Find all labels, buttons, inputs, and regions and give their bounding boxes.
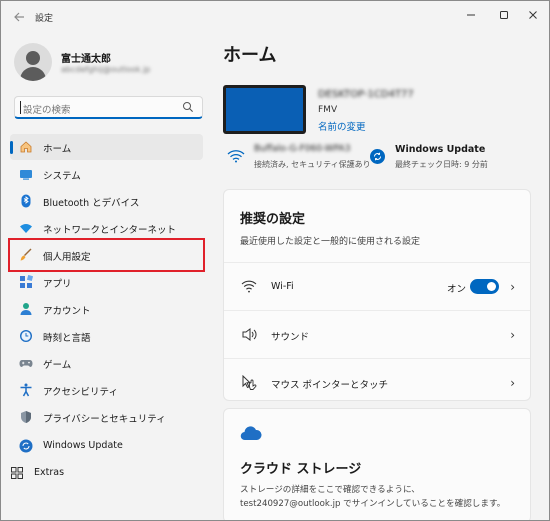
profile-name: 富士通太郎 (61, 54, 111, 65)
device-image (223, 85, 306, 134)
extras-icon (11, 467, 23, 479)
update-status: 最終チェック日時: 9 分前 (395, 160, 488, 169)
sidebar-item-label: Bluetooth とデバイス (43, 198, 140, 209)
sidebar-item-label: アクセシビリティ (43, 387, 118, 398)
sidebar-item-extras[interactable]: Extras (1, 460, 194, 486)
title-bar: 設定 (1, 1, 549, 33)
sidebar-item-bluetooth[interactable]: Bluetooth とデバイス (10, 188, 203, 214)
row-label: Wi-Fi (271, 281, 294, 292)
back-button[interactable] (11, 9, 27, 25)
sidebar-item-accounts[interactable]: アカウント (10, 296, 203, 322)
sidebar-item-label: Windows Update (43, 440, 123, 451)
close-button[interactable] (522, 7, 544, 27)
close-icon (529, 11, 537, 19)
search-placeholder: 設定の検索 (23, 105, 71, 116)
time-language-icon (20, 330, 32, 342)
sidebar-item-label: 時刻と言語 (43, 333, 91, 344)
selection-indicator (10, 141, 13, 154)
update-title[interactable]: Windows Update (395, 144, 485, 155)
sidebar-item-system[interactable]: システム (10, 161, 203, 187)
minimize-icon (467, 14, 475, 16)
recommended-settings-card: 推奨の設定 最近使用した設定と一般的に使用される設定 Wi-Fi オン › サウ… (223, 189, 531, 401)
network-icon (20, 224, 32, 233)
sidebar-item-gaming[interactable]: ゲーム (10, 350, 203, 376)
bluetooth-icon (21, 194, 31, 208)
apps-icon (20, 275, 33, 288)
device-name: DESKTOP-1CD4T77 (318, 89, 414, 100)
network-status: 接続済み, セキュリティ保護あり (254, 160, 371, 169)
device-screen (226, 88, 303, 131)
row-label: マウス ポインターとタッチ (271, 380, 389, 391)
mouse-pointer-row[interactable]: マウス ポインターとタッチ › (224, 358, 530, 406)
sidebar-item-label: システム (43, 171, 81, 182)
row-label: サウンド (271, 332, 310, 343)
sidebar-item-time-language[interactable]: 時刻と言語 (10, 323, 203, 349)
maximize-icon (500, 11, 508, 19)
card-subtitle: 最近使用した設定と一般的に使用される設定 (240, 237, 421, 247)
gamepad-icon (19, 360, 33, 367)
sidebar-item-label: ホーム (43, 144, 72, 155)
wifi-row[interactable]: Wi-Fi オン › (224, 262, 530, 310)
avatar-body (20, 67, 46, 81)
sidebar-item-label: ネットワークとインターネット (43, 225, 177, 236)
sound-row[interactable]: サウンド › (224, 310, 530, 358)
shield-icon (21, 411, 31, 423)
card-title: 推奨の設定 (240, 212, 306, 227)
rename-link[interactable]: 名前の変更 (318, 119, 366, 133)
device-model: FMV (318, 105, 338, 115)
wifi-icon (227, 150, 245, 163)
avatar-head (26, 51, 40, 65)
sidebar-item-label: ゲーム (43, 360, 72, 371)
system-icon (20, 170, 32, 180)
toggle-knob (487, 282, 496, 291)
sidebar-item-apps[interactable]: アプリ (10, 269, 203, 295)
app-title: 設定 (35, 14, 54, 24)
speaker-icon (242, 328, 257, 341)
back-arrow-icon (14, 12, 24, 22)
update-icon (19, 439, 33, 453)
wifi-toggle[interactable] (470, 279, 499, 294)
pointer-touch-icon (242, 375, 257, 390)
cloud-storage-card: クラウド ストレージ ストレージの詳細をここで確認できるように、test2409… (223, 408, 531, 520)
minimize-button[interactable] (460, 7, 482, 27)
card-description: ストレージの詳細をここで確認できるように、test240927@outlook.… (240, 485, 506, 509)
chevron-right-icon: › (510, 328, 515, 342)
sidebar-item-accessibility[interactable]: アクセシビリティ (10, 377, 203, 403)
chevron-right-icon: › (510, 280, 515, 294)
text-caret (20, 101, 21, 114)
page-title: ホーム (223, 45, 277, 66)
sidebar-item-windows-update[interactable]: Windows Update (10, 433, 203, 459)
update-status-icon (370, 149, 385, 164)
profile-email: abcdefghij@outlook.jp (61, 65, 151, 74)
network-name: Buffalo-G-F060-WPA3 (254, 144, 351, 154)
avatar[interactable] (14, 43, 52, 81)
wifi-icon (241, 280, 257, 293)
toggle-state-label: オン (447, 284, 467, 295)
chevron-right-icon: › (510, 376, 515, 390)
search-input[interactable]: 設定の検索 (14, 96, 203, 119)
sidebar-item-label: アカウント (43, 306, 91, 317)
sidebar-item-label: Extras (34, 467, 65, 478)
sidebar-item-home[interactable]: ホーム (10, 134, 203, 160)
search-icon (183, 102, 193, 112)
cloud-icon (240, 426, 262, 441)
settings-window: 設定 富士通太郎 abcdefghij@outlook.jp 設定の検索 ホーム… (0, 0, 550, 521)
highlight-annotation (8, 238, 205, 272)
refresh-icon (374, 152, 381, 161)
accessibility-icon (20, 383, 32, 397)
sidebar-item-privacy[interactable]: プライバシーとセキュリティ (10, 404, 203, 430)
home-icon (20, 141, 32, 153)
maximize-button[interactable] (493, 7, 515, 27)
sidebar-item-label: アプリ (43, 279, 72, 290)
sidebar-item-label: プライバシーとセキュリティ (43, 414, 166, 425)
card-title: クラウド ストレージ (240, 462, 362, 477)
account-icon (20, 303, 32, 315)
